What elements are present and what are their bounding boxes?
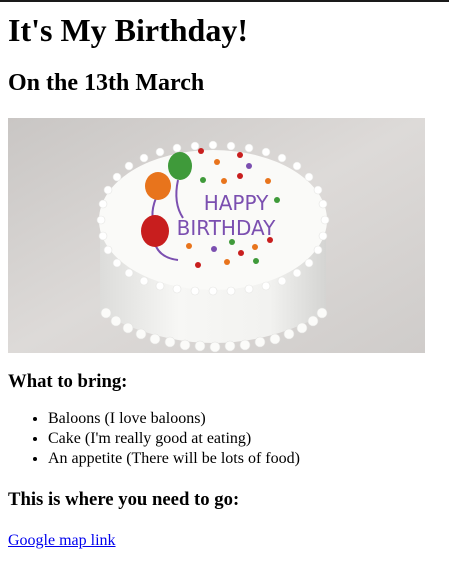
google-map-link[interactable]: Google map link	[8, 531, 116, 551]
cake-text-happy: HAPPY	[204, 191, 269, 215]
page-body: { "page": { "title": "It's My Birthday!"…	[0, 0, 449, 570]
list-item: Baloons (I love baloons)	[48, 409, 441, 429]
green-balloon-icon	[168, 152, 192, 180]
page-subtitle: On the 13th March	[8, 70, 205, 96]
bring-heading: What to bring:	[8, 371, 128, 392]
orange-balloon-icon	[145, 172, 171, 200]
list-item: An appetite (There will be lots of food)	[48, 449, 441, 469]
location-heading: This is where you need to go:	[8, 489, 240, 510]
page-title: It's My Birthday!	[8, 12, 248, 48]
page-content: It's My Birthday! On the 13th March HAPP…	[0, 10, 449, 551]
bring-list: Baloons (I love baloons) Cake (I'm reall…	[8, 409, 441, 469]
list-item: Cake (I'm really good at eating)	[48, 429, 441, 449]
birthday-cake-image: HAPPY BIRTHDAY	[8, 118, 425, 353]
cake-text-birthday: BIRTHDAY	[177, 216, 276, 240]
red-balloon-icon	[141, 215, 169, 247]
